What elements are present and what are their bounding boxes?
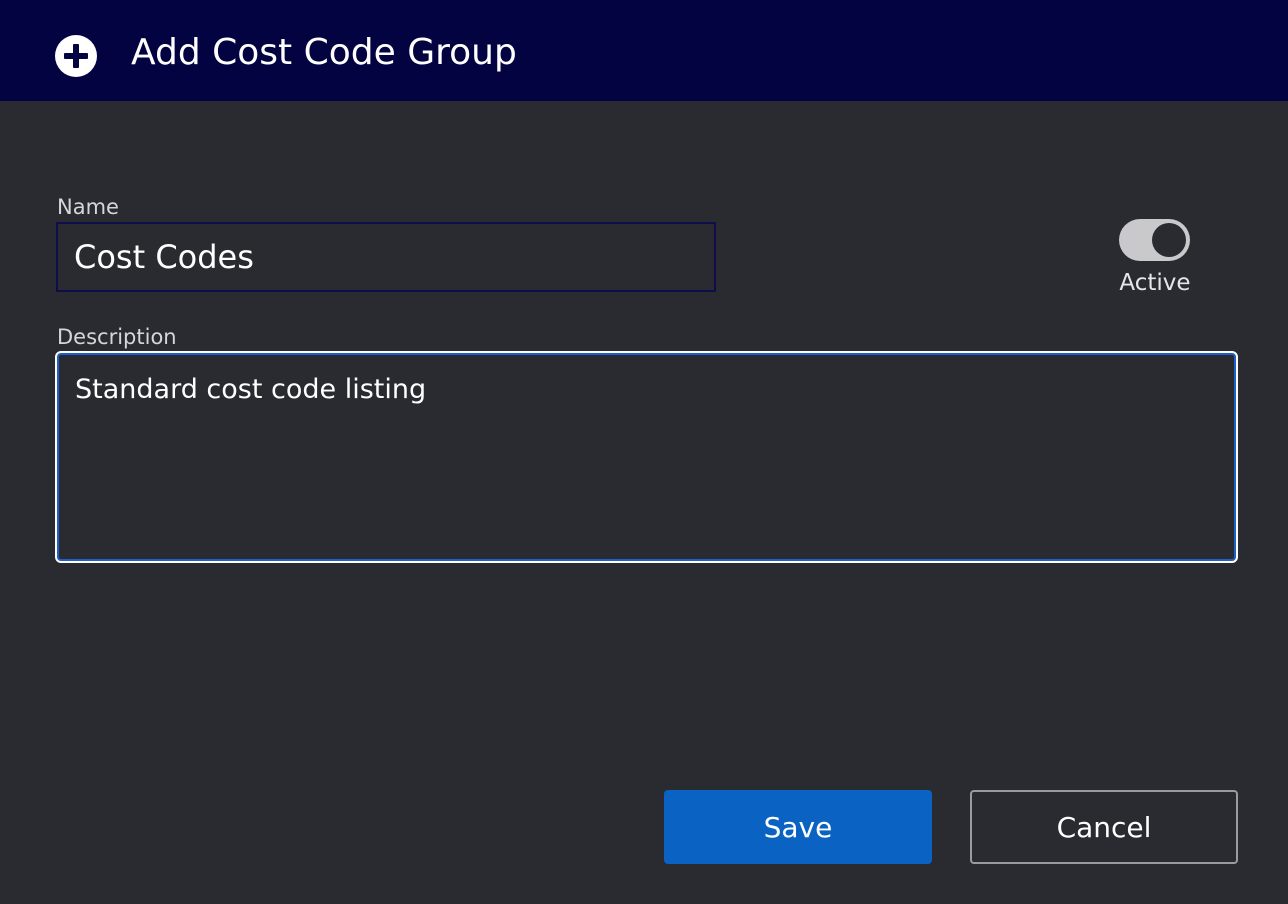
cancel-button[interactable]: Cancel — [970, 790, 1238, 864]
description-label: Description — [57, 325, 177, 349]
dialog-header: Add Cost Code Group — [0, 0, 1288, 101]
add-cost-code-group-dialog: Add Cost Code Group Name Active Descript… — [0, 0, 1288, 904]
plus-circle-icon — [54, 34, 98, 78]
save-button[interactable]: Save — [664, 790, 932, 864]
active-toggle[interactable] — [1119, 219, 1190, 261]
name-input[interactable] — [56, 222, 716, 292]
dialog-title: Add Cost Code Group — [131, 32, 517, 73]
active-label: Active — [1119, 270, 1191, 296]
description-textarea[interactable]: Standard cost code listing — [55, 351, 1238, 563]
name-label: Name — [57, 195, 119, 219]
toggle-knob — [1152, 223, 1186, 257]
